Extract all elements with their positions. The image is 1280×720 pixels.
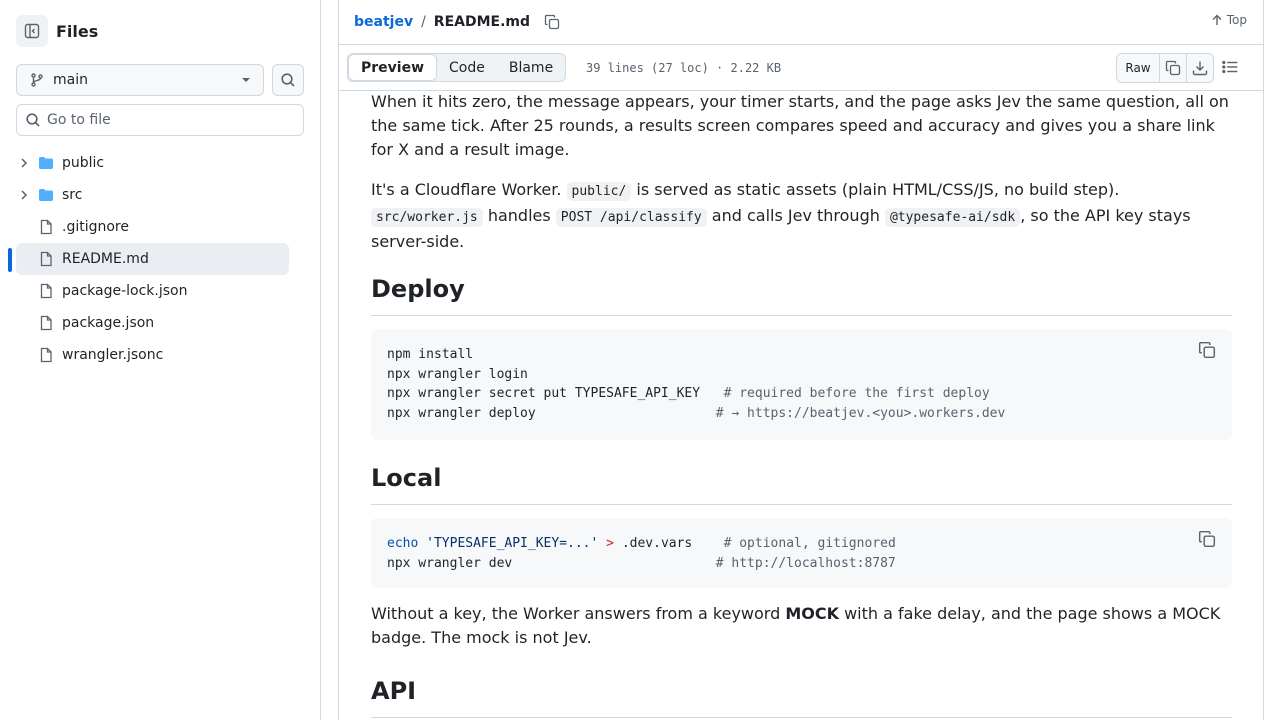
- copy-icon: [1198, 341, 1216, 359]
- breadcrumb-file-name: README.md: [433, 14, 531, 30]
- file-icon: [40, 347, 52, 363]
- go-to-file-input[interactable]: [47, 112, 287, 128]
- file-viewer: beatjev / README.md Top Preview Code Bla…: [338, 0, 1264, 720]
- branch-select-button[interactable]: main: [16, 64, 264, 96]
- download-icon: [1192, 61, 1208, 76]
- text-run: is served as static assets (plain HTML/C…: [631, 180, 1120, 199]
- code-line: npx wrangler secret put TYPESAFE_API_KEY…: [387, 386, 990, 402]
- file-toolbar: Preview Code Blame 39 lines (27 loc) · 2…: [339, 45, 1263, 91]
- branch-name: main: [53, 72, 88, 88]
- download-button[interactable]: [1186, 54, 1213, 82]
- tree-item-package-lock[interactable]: package-lock.json: [16, 275, 289, 307]
- tree-item-gitignore[interactable]: .gitignore: [16, 211, 289, 243]
- code-line: npx wrangler deploy # → https://beatjev.…: [387, 405, 1006, 421]
- breadcrumb-repo-link[interactable]: beatjev: [354, 14, 413, 30]
- code-line: echo 'TYPESAFE_API_KEY=...' > .dev.vars …: [387, 536, 896, 551]
- text-run: Without a key, the Worker answers from a…: [371, 604, 786, 623]
- inline-code: POST /api/classify: [555, 208, 707, 227]
- code-line: npx wrangler dev # http://localhost:8787: [387, 555, 896, 571]
- text-run: It's a Cloudflare Worker.: [371, 180, 567, 199]
- search-icon: [26, 113, 40, 127]
- file-icon: [40, 283, 52, 299]
- copy-icon: [1198, 530, 1216, 548]
- copy-code-button[interactable]: [1198, 530, 1216, 555]
- tree-item-public[interactable]: public: [16, 147, 289, 179]
- list-unordered-icon: [1222, 60, 1238, 74]
- tree-item-label: package.json: [62, 315, 155, 331]
- back-to-top-button[interactable]: Top: [1211, 13, 1247, 27]
- tree-item-label: public: [62, 155, 105, 171]
- file-icon: [40, 251, 52, 267]
- git-branch-icon: [31, 73, 43, 87]
- code-line: npx wrangler login: [387, 366, 528, 382]
- tree-item-label: .gitignore: [62, 219, 129, 235]
- tree-item-label: wrangler.jsonc: [62, 347, 164, 363]
- copy-code-button[interactable]: [1198, 341, 1216, 366]
- go-to-file-field[interactable]: [16, 104, 304, 136]
- caret-down-icon: [242, 78, 250, 82]
- tree-item-label: package-lock.json: [62, 283, 188, 299]
- code-line: npm install: [387, 347, 474, 362]
- folder-icon: [39, 157, 53, 169]
- active-item-indicator: [8, 248, 12, 272]
- collapse-sidebar-button[interactable]: [16, 15, 48, 47]
- paragraph: When it hits zero, the message appears, …: [371, 92, 1229, 159]
- breadcrumb: beatjev / README.md Top: [339, 0, 1263, 45]
- chevron-right-icon: [21, 158, 28, 168]
- tree-item-wrangler[interactable]: wrangler.jsonc: [16, 339, 289, 371]
- chevron-right-icon: [21, 190, 28, 200]
- view-mode-segmented-control: Preview Code Blame: [347, 53, 567, 82]
- code-block-deploy: npm install npx wrangler login npx wrang…: [371, 329, 1232, 440]
- bold-text: MOCK: [785, 604, 839, 623]
- copy-icon: [1165, 60, 1181, 76]
- file-tree: public src .gitignore README.md package-…: [16, 147, 289, 371]
- heading-api: API: [371, 674, 1232, 718]
- copy-icon: [544, 14, 560, 30]
- breadcrumb-separator: /: [421, 14, 426, 30]
- file-icon: [40, 219, 52, 235]
- sidebar-title: Files: [56, 21, 99, 41]
- file-meta: 39 lines (27 loc) · 2.22 KB: [586, 61, 782, 75]
- sidebar-header: Files: [16, 15, 98, 47]
- paragraph: It's a Cloudflare Worker. public/ is ser…: [371, 178, 1232, 254]
- copy-raw-button[interactable]: [1159, 54, 1186, 82]
- inline-code: src/worker.js: [371, 208, 483, 227]
- tree-item-package-json[interactable]: package.json: [16, 307, 289, 339]
- sidebar-collapse-icon: [24, 23, 40, 39]
- text-run: and calls Jev through: [706, 206, 885, 225]
- outline-button[interactable]: [1221, 58, 1239, 80]
- search-icon: [281, 73, 295, 87]
- folder-icon: [39, 189, 53, 201]
- file-actions-group: Raw: [1116, 53, 1214, 83]
- tab-code[interactable]: Code: [437, 54, 497, 81]
- tree-item-src[interactable]: src: [16, 179, 289, 211]
- heading-deploy: Deploy: [371, 272, 1232, 316]
- tree-item-label: README.md: [62, 251, 149, 267]
- tree-item-readme[interactable]: README.md: [16, 243, 289, 275]
- inline-code: @typesafe-ai/sdk: [884, 208, 1021, 227]
- tree-item-label: src: [62, 187, 83, 203]
- top-label: Top: [1226, 13, 1247, 27]
- raw-button[interactable]: Raw: [1117, 54, 1159, 82]
- file-tree-sidebar: Files main public src .gi: [0, 0, 321, 720]
- tab-preview[interactable]: Preview: [348, 54, 438, 81]
- paragraph: Without a key, the Worker answers from a…: [371, 602, 1232, 650]
- arrow-up-icon: [1212, 14, 1222, 25]
- text-run: handles: [482, 206, 556, 225]
- code-block-local: echo 'TYPESAFE_API_KEY=...' > .dev.vars …: [371, 518, 1232, 588]
- heading-local: Local: [371, 461, 1232, 505]
- file-icon: [40, 315, 52, 331]
- search-files-button[interactable]: [272, 64, 304, 96]
- inline-code: public/: [566, 182, 632, 201]
- copy-path-button[interactable]: [544, 14, 560, 30]
- tab-blame[interactable]: Blame: [497, 54, 565, 81]
